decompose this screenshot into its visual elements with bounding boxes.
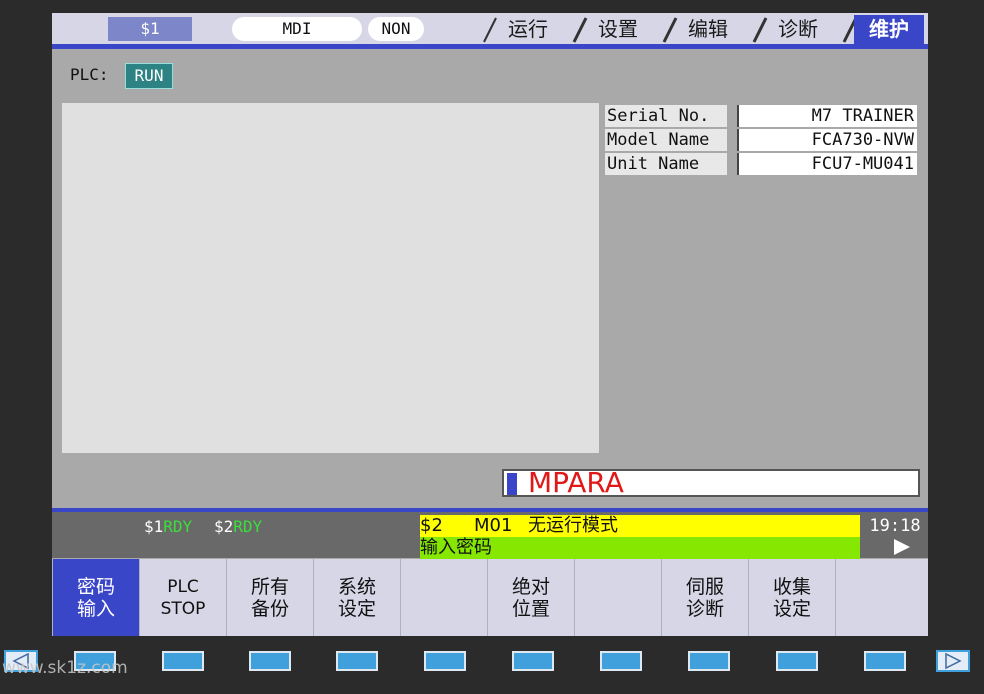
softkey-line2: 诊断 — [685, 597, 724, 620]
softkey-servo-diagnosis[interactable]: 伺服 诊断 — [661, 559, 748, 636]
alarm-code: M01 — [474, 515, 513, 536]
guidance-message: 输入密码 — [420, 537, 492, 558]
function-key-10[interactable] — [864, 651, 906, 671]
model-name-label: Model Name — [605, 129, 727, 151]
alarm-message: 无运行模式 — [528, 515, 618, 536]
softkey-line2: 设定 — [337, 597, 376, 620]
top-bar: $1 MDI NON 运行 设置 编辑 诊断 维护 — [52, 13, 928, 49]
tab-divider-icon — [662, 17, 678, 43]
tab-divider-icon — [572, 17, 588, 43]
tab-setup[interactable]: 设置 — [588, 15, 648, 44]
function-key-8[interactable] — [688, 651, 730, 671]
plc-status: RUN — [125, 63, 173, 89]
serial-no-value: M7 TRAINER — [737, 105, 917, 127]
tab-divider-icon — [483, 17, 497, 43]
tab-divider-icon — [752, 17, 768, 43]
softkey-line1: 收集 — [772, 575, 811, 598]
tab-edit[interactable]: 编辑 — [678, 15, 738, 44]
content-panel — [62, 103, 599, 453]
system1-status: $1RDY — [144, 517, 192, 536]
function-key-7[interactable] — [600, 651, 642, 671]
plc-label: PLC: — [70, 65, 109, 84]
softkey-empty-10[interactable] — [835, 559, 928, 636]
menu-right-key[interactable] — [936, 650, 970, 672]
softkey-password-input[interactable]: 密码 输入 — [52, 559, 139, 636]
softkey-line2: 设定 — [772, 597, 811, 620]
softkey-empty-7[interactable] — [574, 559, 661, 636]
sub-mode-indicator: NON — [368, 17, 424, 41]
softkey-system-setup[interactable]: 系统 设定 — [313, 559, 400, 636]
softkey-line2: 位置 — [511, 597, 550, 620]
function-key-5[interactable] — [424, 651, 466, 671]
tab-diagnosis[interactable]: 诊断 — [768, 15, 828, 44]
triangle-right-icon — [945, 652, 962, 670]
function-key-2[interactable] — [162, 651, 204, 671]
system2-label: $2 — [214, 517, 234, 536]
function-key-9[interactable] — [776, 651, 818, 671]
header-accent-strip — [52, 44, 928, 49]
status-accent-strip — [52, 508, 928, 512]
softkey-line1: 密码 — [76, 575, 115, 598]
softkey-empty-5[interactable] — [400, 559, 487, 636]
input-cursor — [507, 473, 517, 495]
softkey-line2: STOP — [160, 598, 206, 619]
softkey-line1: 系统 — [337, 575, 376, 598]
function-key-3[interactable] — [249, 651, 291, 671]
softkey-line1: 绝对 — [511, 575, 550, 598]
serial-no-label: Serial No. — [605, 105, 727, 127]
system2-state: RDY — [233, 517, 263, 536]
tab-run[interactable]: 运行 — [498, 15, 558, 44]
function-key-6[interactable] — [512, 651, 554, 671]
softkey-line1: PLC — [167, 576, 199, 597]
cnc-screen: $1 MDI NON 运行 设置 编辑 诊断 维护 PLC: RUN Seria… — [52, 13, 928, 636]
softkey-line2: 备份 — [250, 597, 289, 620]
tab-maintenance[interactable]: 维护 — [854, 15, 924, 44]
softkey-line2: 输入 — [76, 597, 115, 620]
model-name-value: FCA730-NVW — [737, 129, 917, 151]
next-page-icon[interactable] — [894, 539, 910, 555]
system1-state: RDY — [163, 517, 193, 536]
system1-label: $1 — [144, 517, 164, 536]
system2-status: $2RDY — [214, 517, 262, 536]
softkey-line1: 伺服 — [685, 575, 724, 598]
input-value[interactable]: MPARA — [528, 468, 624, 498]
unit-name-value: FCU7-MU041 — [737, 153, 917, 175]
mode-indicator: MDI — [232, 17, 362, 41]
system-indicator[interactable]: $1 — [108, 17, 192, 41]
unit-name-label: Unit Name — [605, 153, 727, 175]
softkey-plc-stop[interactable]: PLC STOP — [139, 559, 226, 636]
softkey-all-backup[interactable]: 所有 备份 — [226, 559, 313, 636]
watermark: www.sk1z.com — [2, 658, 128, 678]
clock: 19:18 — [869, 516, 921, 536]
softkey-collection-setup[interactable]: 收集 设定 — [748, 559, 835, 636]
softkey-absolute-position[interactable]: 绝对 位置 — [487, 559, 574, 636]
softkey-line1: 所有 — [250, 575, 289, 598]
alarm-system: $2 — [420, 515, 443, 536]
function-key-4[interactable] — [336, 651, 378, 671]
